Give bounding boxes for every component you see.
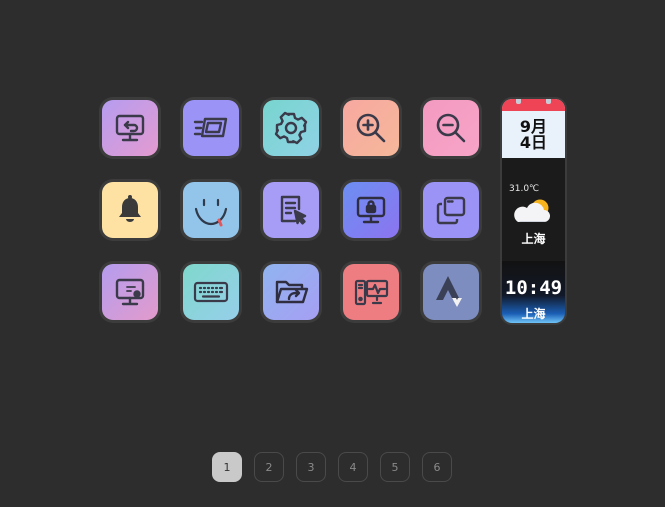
weather-widget: 31.0℃ 上海 — [502, 158, 565, 261]
tile-display-settings[interactable] — [99, 261, 161, 323]
page-button-5[interactable]: 5 — [380, 452, 410, 482]
tile-zoom-in[interactable] — [340, 97, 402, 159]
calendar-ring-left — [516, 99, 521, 104]
calendar-widget: 9月 4日 — [502, 99, 565, 158]
gear-icon — [274, 111, 308, 145]
tile-lock-screen[interactable] — [340, 179, 402, 241]
page-button-6[interactable]: 6 — [422, 452, 452, 482]
clock-city: 上海 — [521, 307, 546, 321]
tile-zoom-out[interactable] — [420, 97, 482, 159]
monitor-restore-icon — [115, 114, 145, 142]
page-button-3[interactable]: 3 — [296, 452, 326, 482]
calendar-ring-right — [546, 99, 551, 104]
strava-logo-icon — [436, 276, 462, 308]
tile-select-document[interactable] — [260, 179, 322, 241]
zoom-out-icon — [436, 113, 466, 143]
tile-duplicate-window[interactable] — [420, 179, 482, 241]
tile-system-monitor[interactable] — [340, 261, 402, 323]
tile-monitor-restore[interactable] — [99, 97, 161, 159]
weather-temperature: 31.0℃ — [509, 184, 540, 194]
document-cursor-icon — [280, 195, 307, 225]
window-copy-icon — [436, 196, 466, 225]
clock-widget: 10:49 上海 — [502, 261, 565, 323]
pc-monitor-activity-icon — [354, 279, 389, 306]
partly-cloudy-icon — [514, 199, 550, 222]
tile-screen-motion[interactable] — [180, 97, 242, 159]
page-button-1[interactable]: 1 — [212, 452, 242, 482]
tile-settings[interactable] — [260, 97, 322, 159]
bell-icon — [119, 195, 141, 222]
smiley-face-icon — [194, 198, 228, 227]
tile-emoji[interactable] — [180, 179, 242, 241]
page-button-4[interactable]: 4 — [338, 452, 368, 482]
tile-notifications[interactable] — [99, 179, 161, 241]
monitor-lock-icon — [356, 196, 386, 224]
keyboard-icon — [193, 281, 229, 303]
page-button-2[interactable]: 2 — [254, 452, 284, 482]
action-grid — [99, 97, 484, 323]
monitor-settings-icon — [115, 278, 145, 306]
screen-motion-icon — [193, 117, 228, 138]
tile-open-folder[interactable] — [260, 261, 322, 323]
weather-city: 上海 — [521, 232, 546, 246]
info-widget[interactable]: 9月 4日 31.0℃ 上海 10:49 上海 — [500, 97, 567, 325]
folder-open-share-icon — [275, 280, 309, 304]
pagination: 1 2 3 4 5 6 — [212, 452, 455, 484]
tile-strava[interactable] — [420, 261, 482, 323]
zoom-in-icon — [356, 113, 386, 143]
tile-keyboard[interactable] — [180, 261, 242, 323]
calendar-day: 4日 — [519, 133, 548, 152]
clock-time: 10:49 — [504, 277, 563, 299]
